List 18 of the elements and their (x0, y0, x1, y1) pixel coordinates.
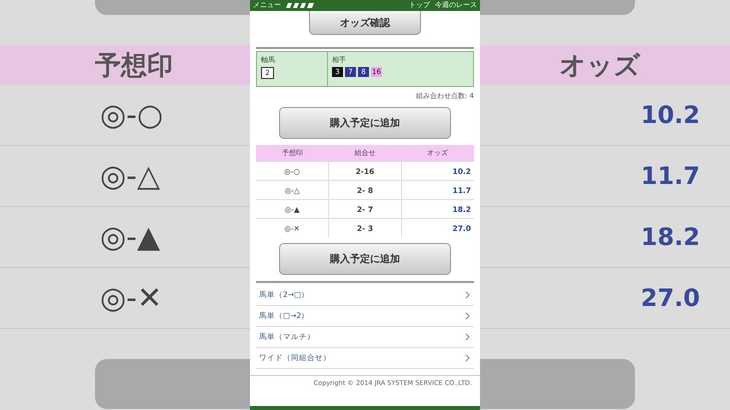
odds-text: 27.0 (640, 284, 700, 312)
chevron-icon (465, 291, 470, 299)
mark-text: ◎-○ (100, 98, 164, 132)
odds-button[interactable]: オッズ確認 (309, 11, 421, 35)
add-button[interactable]: 購入予定に追加 (279, 243, 451, 275)
mark-text: ◎-▲ (100, 220, 160, 254)
odds-text: 11.7 (640, 162, 700, 190)
chevron-icon (465, 333, 470, 341)
mark-text: ◎-△ (100, 158, 160, 194)
add-button[interactable]: 購入予定に追加 (279, 107, 451, 139)
chevron-icon (465, 312, 470, 320)
mark-text: ◎-✕ (100, 280, 162, 316)
column-header: オッズ (560, 50, 640, 82)
chevron-icon (465, 354, 470, 362)
odds-text: 18.2 (640, 223, 700, 251)
odds-text: 10.2 (640, 101, 700, 129)
column-header: 予想印 (95, 50, 173, 82)
logo-icon (286, 3, 314, 8)
